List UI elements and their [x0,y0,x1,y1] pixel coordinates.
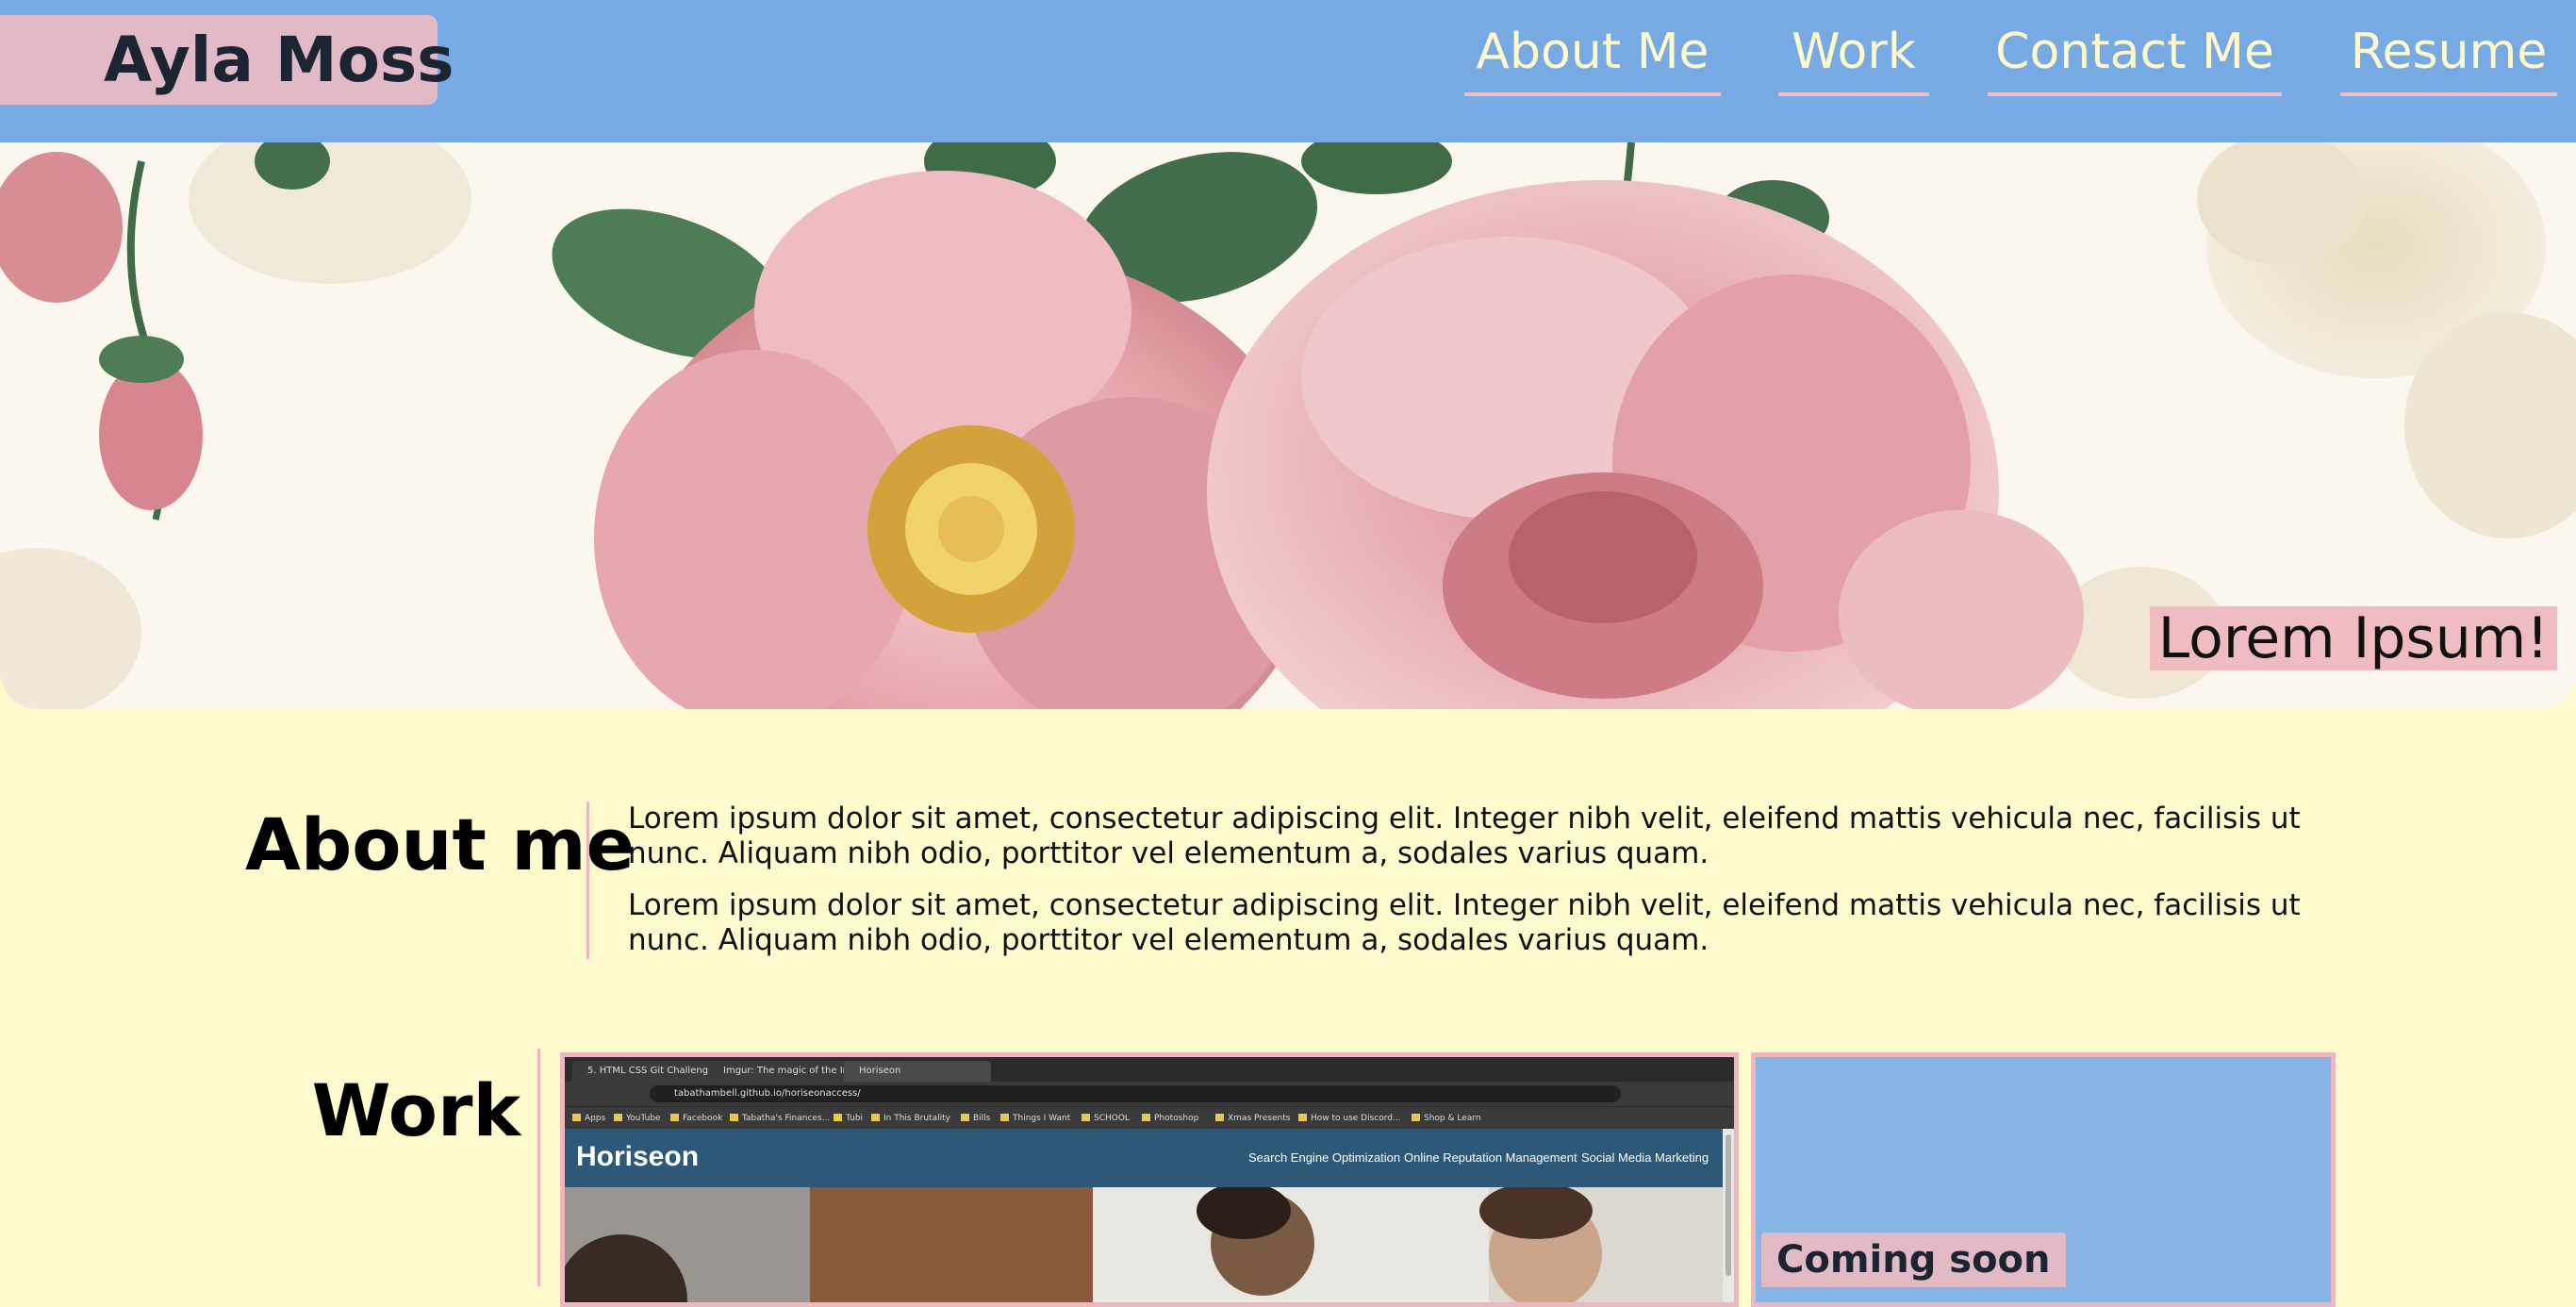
bookmark: In This Brutality [871,1111,950,1126]
bookmark: Photoshop [1142,1111,1198,1126]
browser-url: tabathambell.github.io/horiseonaccess/ [650,1085,1621,1102]
horiseon-hero-photo [565,1187,1734,1302]
horiseon-site-header: Horiseon Search Engine Optimization Onli… [565,1129,1734,1187]
work-heading: Work [311,1068,520,1152]
bookmark: Shop & Learn [1412,1111,1481,1126]
bookmark: How to use Discord... [1298,1111,1401,1126]
about-text: Lorem ipsum dolor sit amet, consectetur … [628,802,2306,975]
browser-tab-strip: 5. HTML CSS Git Challenge: Cod Imgur: Th… [565,1057,1734,1082]
site-logo[interactable]: Ayla Moss [0,15,454,105]
browser-tab: Imgur: The magic of the Internet [708,1061,855,1082]
hero-banner: Lorem Ipsum! [0,142,2576,709]
site-header: Ayla Moss About Me Work Contact Me Resum… [0,0,2576,142]
browser-scrollbar [1723,1129,1734,1302]
browser-address-bar: tabathambell.github.io/horiseonaccess/ [565,1082,1734,1106]
bookmark: Xmas Presents [1215,1111,1290,1126]
coming-soon-label: Coming soon [1761,1233,2066,1287]
bookmark: Things I Want [1000,1111,1070,1126]
project-card-coming-soon[interactable]: Coming soon [1751,1052,2336,1307]
horiseon-menu-item: Online Reputation Management [1404,1150,1577,1165]
browser-bookmarks-bar: Apps YouTube Facebook Tabatha's Finances… [565,1106,1734,1130]
horiseon-brand: Horiseon [576,1141,700,1172]
nav-contact-me[interactable]: Contact Me [1988,17,2282,96]
about-heading: About me [245,802,636,886]
bookmark: Bills [961,1111,990,1126]
hero-badge: Lorem Ipsum! [2150,606,2557,670]
bookmark: Tubi [834,1111,863,1126]
nav-about-me[interactable]: About Me [1464,17,1721,96]
project-card-horiseon[interactable]: 5. HTML CSS Git Challenge: Cod Imgur: Th… [560,1052,1739,1307]
work-divider [537,1049,540,1286]
about-divider [586,802,589,959]
browser-tab: Horiseon [844,1061,991,1082]
about-paragraph: Lorem ipsum dolor sit amet, consectetur … [628,802,2301,870]
nav-resume[interactable]: Resume [2340,17,2557,96]
horiseon-menu-item: Social Media Marketing [1581,1150,1709,1165]
browser-tab: 5. HTML CSS Git Challenge: Cod [572,1061,719,1082]
bookmark: Facebook [670,1111,722,1126]
nav-work[interactable]: Work [1778,17,1929,96]
bookmark: YouTube [614,1111,661,1126]
bookmark: Apps [572,1111,605,1126]
bookmark: Tabatha's Finances... [730,1111,830,1126]
about-paragraph: Lorem ipsum dolor sit amet, consectetur … [628,888,2301,957]
horiseon-menu-item: Search Engine Optimization [1248,1150,1401,1165]
bookmark: SCHOOL [1082,1111,1130,1126]
